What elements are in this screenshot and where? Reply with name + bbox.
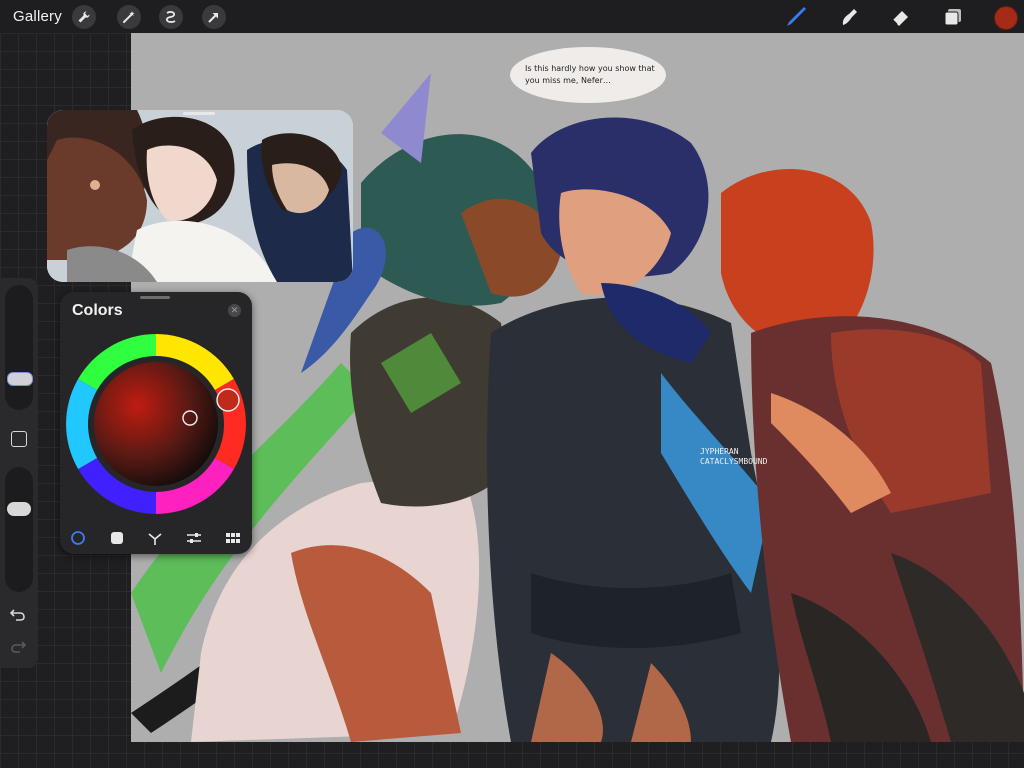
colors-panel-title: Colors	[72, 302, 123, 319]
brush-size-knob[interactable]	[7, 372, 33, 386]
color-disc[interactable]	[60, 328, 252, 520]
reference-window[interactable]	[47, 110, 353, 282]
speech-bubble-text: Is this hardly how you show that you mis…	[525, 64, 655, 85]
value-icon[interactable]	[184, 528, 204, 548]
layers-icon[interactable]	[940, 4, 966, 30]
harmony-icon[interactable]	[145, 528, 165, 548]
colors-panel-handle[interactable]	[140, 296, 170, 299]
watermark-line-1: JYPHERAN	[700, 447, 739, 456]
wrench-icon[interactable]	[72, 5, 96, 29]
redo-icon[interactable]	[10, 640, 27, 659]
hue-ring-handle[interactable]	[216, 388, 240, 412]
eraser-icon[interactable]	[888, 4, 914, 30]
opacity-slider[interactable]	[5, 467, 33, 592]
reference-photo	[47, 110, 353, 282]
watermark-line-2: CATACLYSMBOUND	[700, 457, 768, 466]
brush-size-slider[interactable]	[5, 285, 33, 410]
reference-window-handle[interactable]	[183, 112, 215, 115]
close-icon[interactable]: ✕	[228, 304, 241, 317]
current-color-swatch[interactable]	[994, 6, 1018, 30]
undo-icon[interactable]	[9, 608, 26, 627]
selection-icon[interactable]	[159, 5, 183, 29]
smudge-icon[interactable]	[836, 4, 862, 30]
top-toolbar: Gallery	[0, 0, 1024, 33]
disc-icon[interactable]	[68, 528, 88, 548]
saturation-disc[interactable]	[94, 362, 218, 486]
colors-panel-tabs	[60, 528, 252, 548]
gallery-button[interactable]: Gallery	[13, 8, 62, 25]
magic-wand-icon[interactable]	[117, 5, 141, 29]
opacity-knob[interactable]	[7, 502, 31, 516]
palettes-icon[interactable]	[223, 528, 243, 548]
transform-arrow-icon[interactable]	[202, 5, 226, 29]
artist-watermark: JYPHERAN CATACLYSMBOUND	[700, 447, 767, 467]
classic-icon[interactable]	[107, 528, 127, 548]
square-icon[interactable]	[11, 431, 27, 447]
colors-panel[interactable]: Colors ✕	[60, 292, 252, 554]
brush-icon[interactable]	[783, 4, 809, 30]
